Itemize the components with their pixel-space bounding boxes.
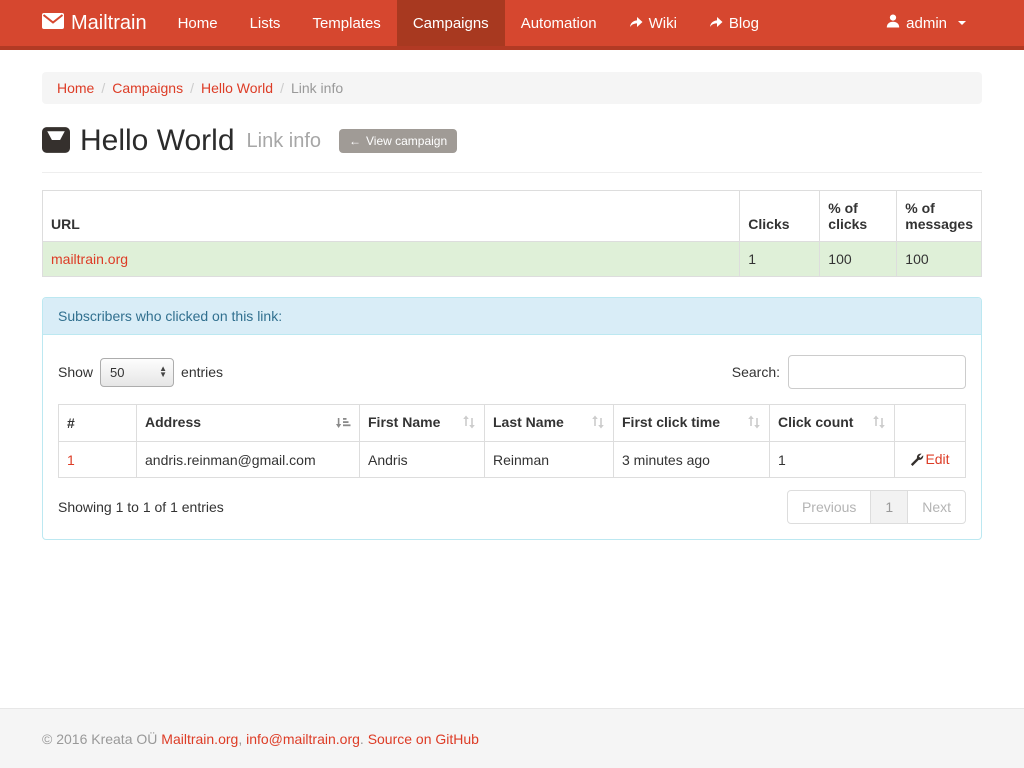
sort-both-icon: [747, 415, 761, 432]
subscribers-panel: Subscribers who clicked on this link: Sh…: [42, 297, 982, 540]
nav-item-blog[interactable]: Blog: [693, 0, 775, 46]
links-col-pct-clicks: % of clicks: [820, 191, 897, 242]
nav-item-automation[interactable]: Automation: [505, 0, 613, 46]
link-pct-messages: 100: [897, 242, 982, 277]
page-subtitle: Link info: [247, 130, 322, 153]
breadcrumb-home[interactable]: Home: [57, 80, 94, 96]
mailtrain-org-link[interactable]: Mailtrain.org: [161, 731, 238, 747]
nav-item-wiki[interactable]: Wiki: [613, 0, 693, 46]
arrow-left-icon: ←: [349, 134, 361, 148]
brand-link[interactable]: Mailtrain: [42, 0, 162, 46]
chevron-down-icon: [958, 21, 966, 25]
sort-both-icon: [462, 415, 476, 432]
pagination: Previous 1 Next: [787, 490, 966, 524]
links-table: URL Clicks % of clicks % of messages mai…: [42, 190, 982, 277]
table-row: 1 andris.reinman@gmail.com Andris Reinma…: [59, 442, 966, 478]
subs-col-address[interactable]: Address: [137, 405, 360, 442]
panel-heading: Subscribers who clicked on this link:: [43, 298, 981, 335]
search-label: Search:: [732, 364, 780, 380]
search-input[interactable]: [788, 355, 966, 389]
subs-col-first-click[interactable]: First click time: [614, 405, 770, 442]
entries-summary: Showing 1 to 1 of 1 entries: [58, 499, 224, 515]
subs-col-first-name[interactable]: First Name: [360, 405, 485, 442]
breadcrumb-hello-world[interactable]: Hello World: [201, 80, 273, 96]
subscriber-first-click: 3 minutes ago: [614, 442, 770, 478]
sort-asc-icon: [336, 415, 351, 432]
nav-item-templates[interactable]: Templates: [296, 0, 396, 46]
links-col-pct-messages: % of messages: [897, 191, 982, 242]
envelope-icon: [42, 12, 64, 35]
edit-link[interactable]: Edit: [925, 451, 949, 467]
subs-col-actions: [895, 405, 966, 442]
external-arrow-icon: [709, 15, 723, 32]
footer: © 2016 Kreata OÜ Mailtrain.org, info@mai…: [0, 708, 1024, 768]
top-navbar: Mailtrain Home Lists Templates Campaigns…: [0, 0, 1024, 50]
link-pct-clicks: 100: [820, 242, 897, 277]
main-nav: Home Lists Templates Campaigns Automatio…: [162, 0, 775, 46]
page-1-button[interactable]: 1: [870, 490, 908, 524]
next-page-button[interactable]: Next: [907, 490, 966, 524]
email-link[interactable]: info@mailtrain.org: [246, 731, 360, 747]
links-col-clicks: Clicks: [740, 191, 820, 242]
previous-page-button[interactable]: Previous: [787, 490, 871, 524]
copyright-text: © 2016 Kreata OÜ: [42, 731, 157, 747]
wrench-icon: [910, 452, 925, 468]
subs-col-index[interactable]: #: [59, 405, 137, 442]
link-url[interactable]: mailtrain.org: [51, 251, 128, 267]
page-header: Hello World Link info ← View campaign: [42, 124, 982, 173]
sort-both-icon: [591, 415, 605, 432]
table-row: mailtrain.org 1 100 100: [43, 242, 982, 277]
page-title: Hello World: [80, 124, 235, 158]
user-menu[interactable]: admin: [870, 0, 982, 46]
inbox-icon: [42, 127, 70, 156]
subs-col-last-name[interactable]: Last Name: [485, 405, 614, 442]
subscribers-table: # Address: [58, 404, 966, 478]
search-control: Search:: [732, 355, 966, 389]
external-arrow-icon: [629, 15, 643, 32]
subscriber-index-link[interactable]: 1: [67, 452, 75, 468]
subscriber-last-name: Reinman: [485, 442, 614, 478]
sort-both-icon: [872, 415, 886, 432]
link-clicks: 1: [740, 242, 820, 277]
subscriber-first-name: Andris: [360, 442, 485, 478]
user-icon: [886, 14, 900, 32]
github-source-link[interactable]: Source on GitHub: [368, 731, 479, 747]
links-col-url: URL: [43, 191, 740, 242]
breadcrumb: Home/Campaigns/Hello World/Link info: [42, 72, 982, 104]
subscriber-address: andris.reinman@gmail.com: [137, 442, 360, 478]
page-length-control: Show 50 ▲▼ entries: [58, 358, 223, 387]
subs-col-click-count[interactable]: Click count: [770, 405, 895, 442]
nav-item-campaigns[interactable]: Campaigns: [397, 0, 505, 46]
view-campaign-button[interactable]: ← View campaign: [339, 129, 457, 153]
nav-item-lists[interactable]: Lists: [234, 0, 297, 46]
page-size-select[interactable]: 50: [100, 358, 174, 387]
user-label: admin: [906, 15, 947, 32]
breadcrumb-current: Link info: [291, 80, 343, 96]
brand-label: Mailtrain: [71, 12, 147, 35]
subscriber-click-count: 1: [770, 442, 895, 478]
breadcrumb-campaigns[interactable]: Campaigns: [112, 80, 183, 96]
nav-item-home[interactable]: Home: [162, 0, 234, 46]
